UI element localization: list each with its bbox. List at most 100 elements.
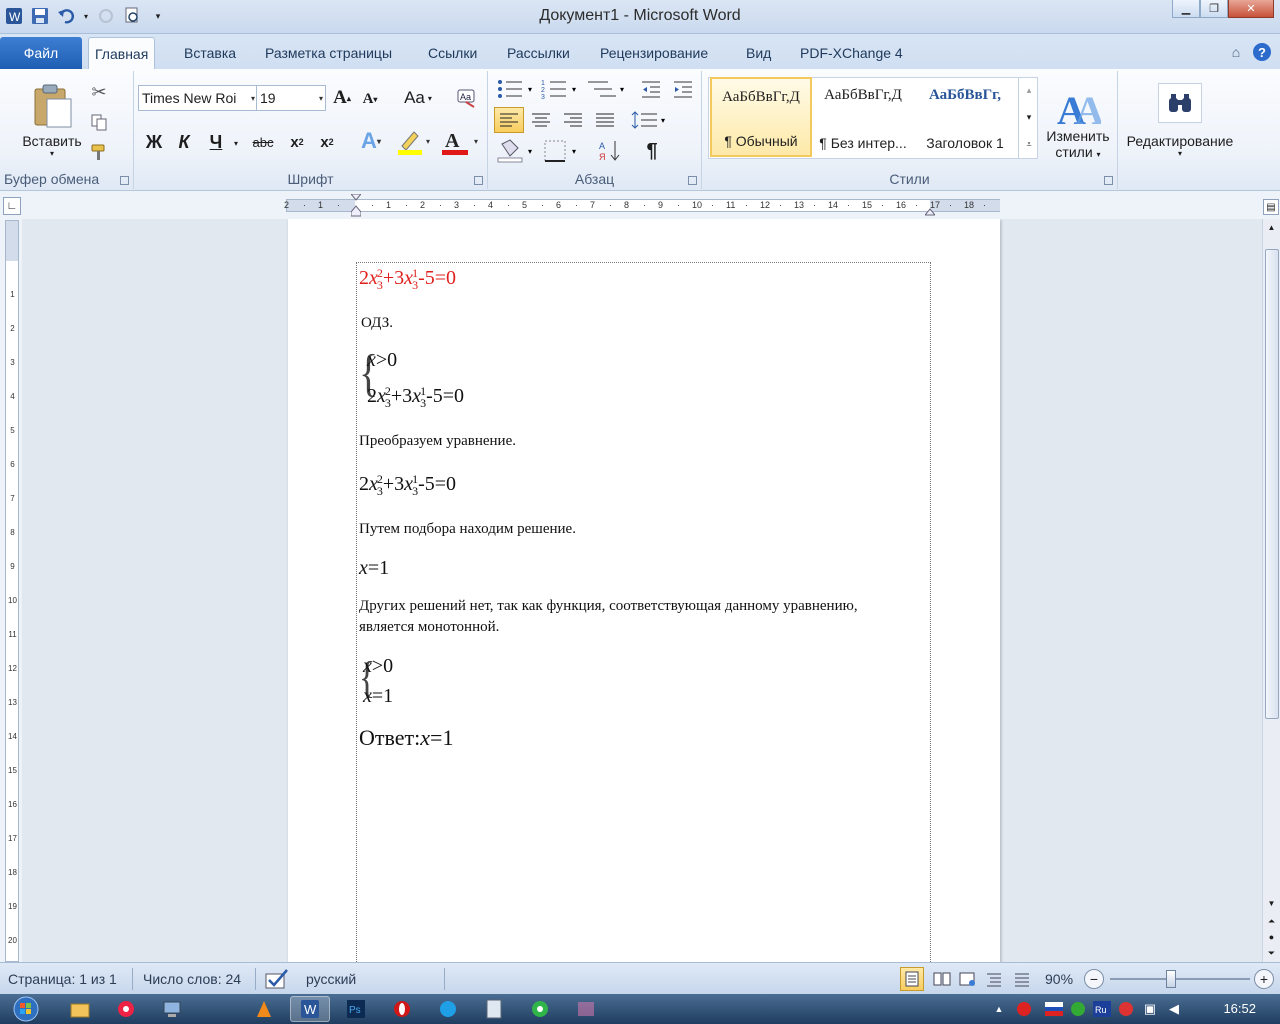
others-text-2[interactable]: является монотонной.	[359, 619, 499, 636]
tray-network-icon[interactable]: ▣	[1140, 999, 1160, 1019]
text-effects-icon[interactable]: A ▾	[354, 127, 388, 155]
system1-line2[interactable]: 2x 2 3 +3x 1 3 -5=0	[367, 385, 464, 409]
tab-home[interactable]: Главная	[88, 37, 156, 69]
full-screen-reading-icon[interactable]	[930, 967, 954, 991]
font-color-icon[interactable]: A ▾	[440, 127, 482, 157]
vertical-ruler[interactable]: 1 2 3 4 5 6 7 8 9 10 11 12 13 14 15 16 17 18 19 20	[5, 220, 19, 962]
change-case-button[interactable]: Aa ▾	[398, 85, 438, 111]
clipboard-launcher-icon[interactable]	[120, 176, 129, 185]
taskbar-vlc-icon[interactable]	[244, 996, 284, 1022]
zoom-slider-track[interactable]	[1110, 978, 1250, 980]
minimize-icon[interactable]: ▁	[1172, 0, 1200, 18]
editing-button[interactable]: Редактирование ▾	[1120, 75, 1240, 165]
font-name-dropdown-icon[interactable]: ▾	[251, 94, 255, 103]
font-launcher-icon[interactable]	[474, 176, 483, 185]
equation-transformed[interactable]: 2x 2 3 +3x 1 3 -5=0	[359, 473, 456, 497]
tab-pdf-xchange[interactable]: PDF-XChange 4	[794, 37, 909, 69]
print-preview-icon[interactable]	[122, 6, 142, 26]
view-ruler-icon[interactable]: ▤	[1263, 199, 1279, 215]
borders-icon[interactable]: ▾	[542, 137, 584, 165]
others-text-1[interactable]: Других решений нет, так как функция, соо…	[359, 598, 858, 615]
tab-review[interactable]: Рецензирование	[594, 37, 714, 69]
style-normal[interactable]: АаБбВвГг,Д ¶ Обычный	[710, 77, 812, 157]
vertical-scrollbar[interactable]: ▲ ▼ ⏶ ● ⏷	[1262, 219, 1280, 962]
tab-mailings[interactable]: Рассылки	[501, 37, 576, 69]
proofing-icon[interactable]	[262, 967, 292, 991]
tab-selector-icon[interactable]: ∟	[3, 197, 21, 215]
taskbar-network-icon[interactable]	[152, 996, 192, 1022]
underline-button[interactable]: Ч	[204, 129, 228, 155]
scroll-up-icon[interactable]: ▲	[1263, 219, 1280, 235]
equation-red[interactable]: 2x 2 3 +3x 1 3 -5=0	[359, 267, 456, 291]
show-marks-icon[interactable]: ¶	[638, 137, 666, 165]
sort-icon[interactable]: АЯ	[596, 137, 624, 165]
horizontal-ruler[interactable]: 2 · 1 · · 1 · 2 · 3 · 4 · 5 · 6 · 7 · 8 · 9 · 10 · 11 · 12 · 13 · 14 · 15…	[284, 193, 1000, 217]
align-center-icon[interactable]	[526, 107, 556, 133]
superscript-icon[interactable]: x2	[314, 129, 340, 155]
taskbar-photoshop-icon[interactable]: Ps	[336, 996, 376, 1022]
indent-markers-icon[interactable]	[349, 193, 363, 218]
browse-object-icon[interactable]: ●	[1263, 929, 1280, 945]
subscript-icon[interactable]: x2	[284, 129, 310, 155]
tray-antivirus-icon[interactable]	[1014, 999, 1034, 1019]
taskbar-chrome-icon[interactable]	[520, 996, 560, 1022]
right-indent-icon[interactable]	[923, 206, 937, 216]
taskbar-media-icon[interactable]	[106, 996, 146, 1022]
clear-formatting-icon[interactable]: Aa	[454, 85, 480, 111]
system2-line2[interactable]: x=1	[363, 685, 393, 708]
scroll-thumb[interactable]	[1265, 249, 1279, 719]
save-icon[interactable]	[30, 6, 50, 26]
clock[interactable]: 16:52	[1223, 1001, 1256, 1016]
tray-flag-icon[interactable]	[1044, 999, 1064, 1019]
word-logo-icon[interactable]: W	[4, 6, 24, 26]
page-count[interactable]: Страница: 1 из 1	[8, 971, 117, 987]
strikethrough-button[interactable]: abc	[248, 129, 278, 155]
answer-line[interactable]: Ответ:x=1	[359, 725, 453, 751]
multilevel-list-icon[interactable]: ▾	[586, 77, 628, 101]
text-frame[interactable]: 2x 2 3 +3x 1 3 -5=0 ОДЗ. { x>0 2x 2 3 +3x 1 3 -5=0 П…	[356, 262, 931, 962]
increase-indent-icon[interactable]	[670, 77, 696, 101]
paragraph-launcher-icon[interactable]	[688, 176, 697, 185]
word-count[interactable]: Число слов: 24	[143, 971, 241, 987]
zoom-out-icon[interactable]: −	[1084, 969, 1104, 989]
bullets-icon[interactable]: ▾	[496, 77, 538, 101]
selection-text[interactable]: Путем подбора находим решение.	[359, 521, 576, 538]
align-left-icon[interactable]	[494, 107, 524, 133]
outline-view-icon[interactable]	[982, 967, 1006, 991]
styles-down-icon[interactable]: ▾	[1019, 104, 1039, 130]
format-painter-icon[interactable]	[88, 141, 110, 163]
change-styles-button[interactable]: AA Изменить стили ▾	[1040, 77, 1116, 169]
next-page-icon[interactable]: ⏷	[1263, 945, 1280, 961]
shading-icon[interactable]: ▾	[496, 137, 538, 165]
zoom-level[interactable]: 90%	[1045, 971, 1073, 987]
system1-line1[interactable]: x>0	[367, 349, 397, 372]
style-no-spacing[interactable]: АаБбВвГг,Д ¶ Без интер...	[812, 77, 914, 157]
paste-button[interactable]: Вставить ▾	[14, 75, 90, 165]
system2-line1[interactable]: x>0	[363, 655, 393, 678]
tab-insert[interactable]: Вставка	[178, 37, 242, 69]
taskbar-explorer-icon[interactable]	[60, 996, 100, 1022]
redo-icon[interactable]	[96, 6, 116, 26]
underline-dropdown-icon[interactable]: ▾	[230, 133, 242, 153]
line-spacing-icon[interactable]: ▾	[630, 107, 672, 133]
file-tab[interactable]: Файл	[0, 37, 82, 69]
tab-page-layout[interactable]: Разметка страницы	[259, 37, 398, 69]
align-right-icon[interactable]	[558, 107, 588, 133]
font-size-combo[interactable]: 19 ▾	[256, 85, 326, 111]
highlight-icon[interactable]: ▾	[396, 127, 436, 157]
taskbar-word-icon[interactable]: W	[290, 996, 330, 1022]
undo-dropdown-icon[interactable]: ▾	[82, 6, 90, 26]
numbering-icon[interactable]: 1 2 3 ▾	[540, 77, 582, 101]
taskbar-app-icon[interactable]	[566, 996, 606, 1022]
styles-launcher-icon[interactable]	[1104, 176, 1113, 185]
odz-label[interactable]: ОДЗ.	[361, 315, 393, 332]
tray-tool-icon[interactable]	[1116, 999, 1136, 1019]
maximize-icon[interactable]: ❐	[1200, 0, 1228, 18]
web-layout-icon[interactable]	[956, 967, 980, 991]
start-button[interactable]	[4, 996, 48, 1022]
styles-up-icon[interactable]: ▴	[1019, 77, 1039, 103]
grow-font-icon[interactable]: A ▴	[330, 85, 354, 111]
cut-icon[interactable]: ✂	[88, 81, 110, 103]
tab-references[interactable]: Ссылки	[422, 37, 483, 69]
taskbar-opera-icon[interactable]	[382, 996, 422, 1022]
